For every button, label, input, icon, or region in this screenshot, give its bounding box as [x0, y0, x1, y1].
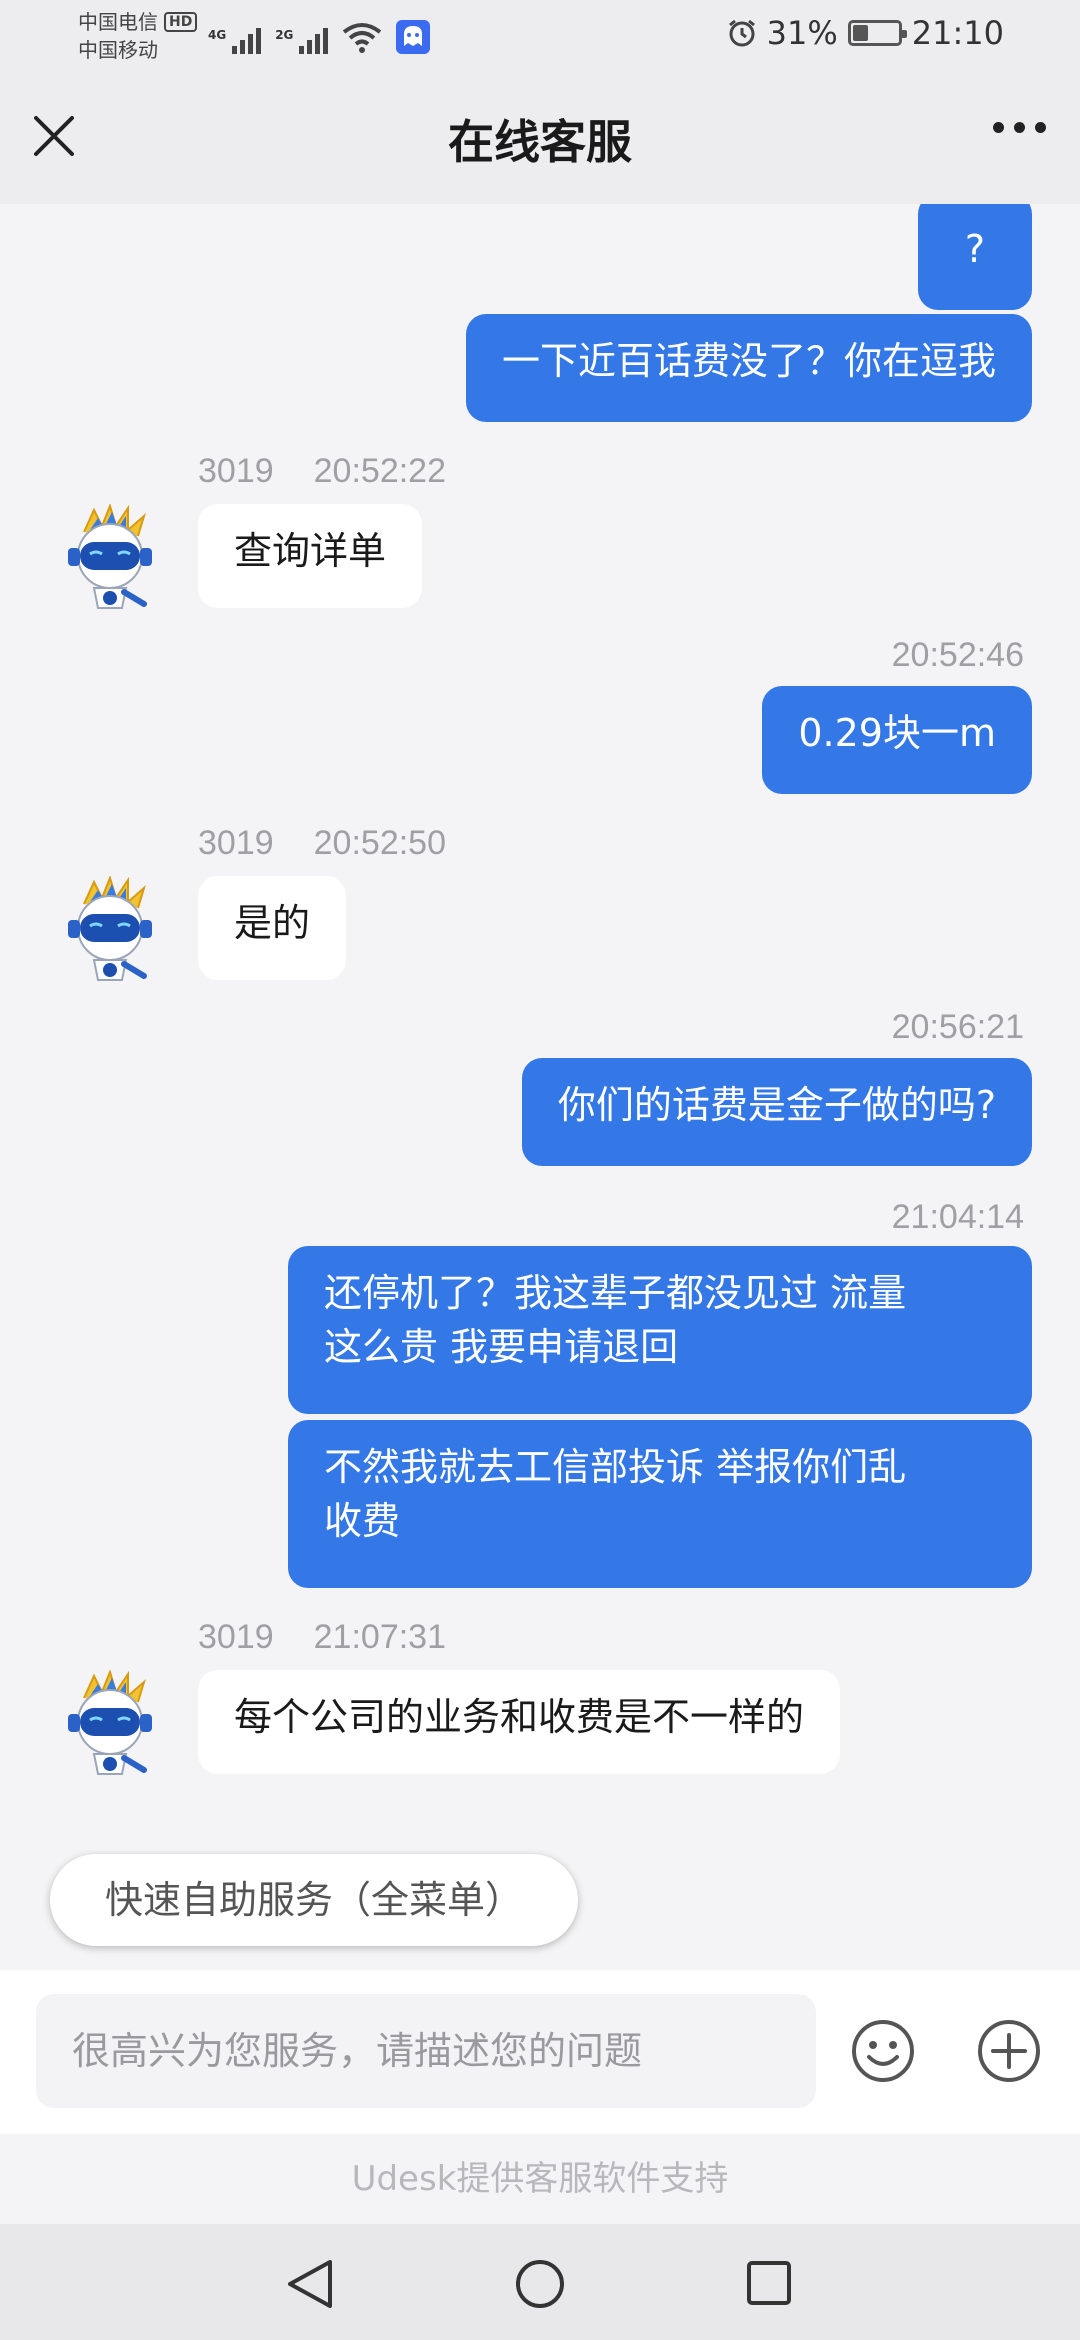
- wifi-icon: [343, 23, 382, 53]
- message-text: 你们的话费是金子做的吗?: [557, 1083, 996, 1127]
- outgoing-message[interactable]: 一下近百话费没了？你在逗我: [465, 314, 1032, 422]
- message-time: 20:52:46: [891, 636, 1024, 674]
- message-input[interactable]: [36, 1994, 816, 2108]
- outgoing-message[interactable]: ?: [918, 204, 1032, 310]
- page-title: 在线客服: [448, 115, 632, 169]
- agent-avatar[interactable]: [54, 876, 166, 988]
- message-meta: 3019 20:52:50: [198, 824, 446, 863]
- message-time: 21:07:31: [313, 1618, 446, 1656]
- outgoing-message[interactable]: 你们的话费是金子做的吗?: [521, 1058, 1032, 1166]
- battery-percent: 31%: [766, 14, 838, 52]
- input-bar: [0, 1970, 1080, 2134]
- message-time: 20:52:22: [313, 452, 446, 490]
- quick-service-button[interactable]: 快速自助服务（全菜单）: [50, 1854, 578, 1946]
- powered-by-text: Udesk提供客服软件支持: [0, 2134, 1080, 2224]
- system-nav-bar: [0, 2224, 1080, 2340]
- incoming-message[interactable]: 查询详单: [198, 504, 423, 608]
- more-icon[interactable]: [993, 122, 1046, 133]
- clock: 21:10: [911, 14, 1004, 52]
- agent-id: 3019: [198, 452, 274, 490]
- alarm-icon: [728, 19, 755, 47]
- agent-avatar[interactable]: [54, 1670, 166, 1782]
- outgoing-message[interactable]: 还停机了？我这辈子都没见过 流量 这么贵 我要申请退回: [288, 1246, 1032, 1414]
- recent-apps-icon[interactable]: [746, 2260, 792, 2306]
- message-time: 21:04:14: [891, 1198, 1024, 1236]
- battery-icon: [847, 20, 907, 46]
- emoji-icon[interactable]: [850, 2018, 916, 2084]
- message-meta: 3019 21:07:31: [198, 1618, 446, 1657]
- outgoing-message[interactable]: 不然我就去工信部投诉 举报你们乱 收费: [288, 1420, 1032, 1588]
- message-time: 20:56:21: [891, 1008, 1024, 1046]
- signal-indicators: 4G 2G: [208, 14, 431, 54]
- message-text: 每个公司的业务和收费是不一样的: [234, 1695, 805, 1739]
- network-type-1: 4G: [208, 28, 227, 42]
- back-icon[interactable]: [284, 2256, 336, 2312]
- message-text-line: 这么贵 我要申请退回: [324, 1325, 679, 1369]
- message-meta: 20:56:21: [892, 1008, 1024, 1047]
- app-notification-icon: [396, 20, 431, 54]
- chat-area[interactable]: ? 一下近百话费没了？你在逗我 3019 20:52:22 查询详单 20:52:…: [0, 204, 1080, 1970]
- message-text-line: 不然我就去工信部投诉 举报你们乱: [324, 1445, 907, 1489]
- carrier-info: 中国电信 HD 中国移动: [78, 8, 198, 64]
- status-bar: 中国电信 HD 中国移动 4G 2G 31% 21:10: [0, 0, 1080, 70]
- incoming-message[interactable]: 是的: [198, 876, 347, 980]
- message-meta: 20:52:46: [892, 636, 1024, 675]
- message-text: 是的: [234, 901, 311, 945]
- agent-id: 3019: [198, 824, 274, 862]
- plus-icon[interactable]: [976, 2018, 1042, 2084]
- message-text: 一下近百话费没了？你在逗我: [501, 339, 996, 383]
- message-text: ?: [964, 227, 986, 271]
- home-icon[interactable]: [514, 2258, 566, 2310]
- carrier-name-2: 中国移动: [78, 38, 158, 62]
- hd-badge: HD: [164, 12, 198, 32]
- signal-icon-2: 2G: [275, 28, 329, 54]
- network-type-2: 2G: [275, 28, 294, 42]
- message-text: 0.29块一m: [798, 711, 996, 755]
- message-time: 20:52:50: [313, 824, 446, 862]
- message-meta: 3019 20:52:22: [198, 452, 446, 491]
- message-meta: 21:04:14: [892, 1198, 1024, 1237]
- message-text-line: 还停机了？我这辈子都没见过 流量: [324, 1271, 907, 1315]
- signal-icon-1: 4G: [208, 28, 262, 54]
- header: 在线客服: [0, 70, 1080, 204]
- outgoing-message[interactable]: 0.29块一m: [762, 686, 1032, 794]
- message-text: 查询详单: [234, 529, 387, 573]
- agent-id: 3019: [198, 1618, 274, 1656]
- agent-avatar[interactable]: [54, 504, 166, 616]
- message-text-line: 收费: [324, 1499, 401, 1543]
- status-right: 31% 21:10: [727, 14, 1004, 52]
- incoming-message[interactable]: 每个公司的业务和收费是不一样的: [198, 1670, 841, 1774]
- carrier-name-1: 中国电信: [78, 10, 158, 34]
